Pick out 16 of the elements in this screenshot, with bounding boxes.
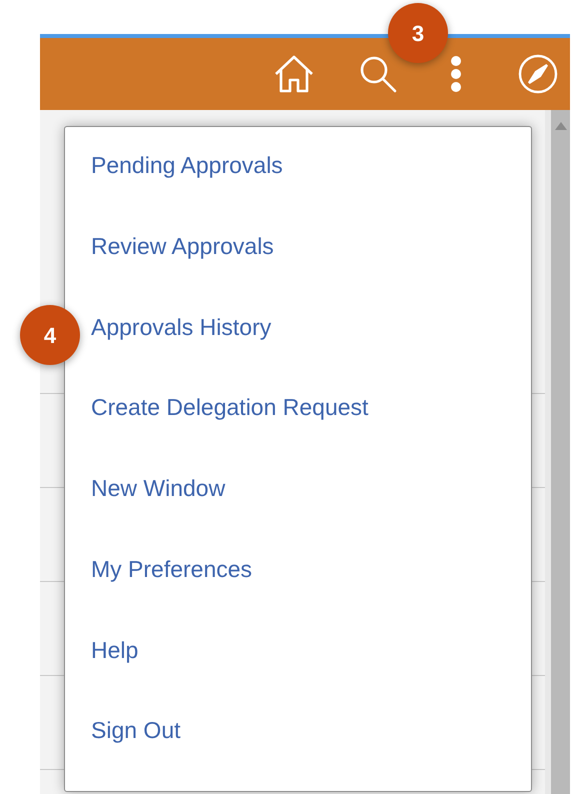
search-icon[interactable] <box>358 54 398 94</box>
menu-item[interactable]: Sign Out <box>91 710 180 750</box>
more-options-icon[interactable] <box>450 56 462 92</box>
menu-item[interactable]: New Window <box>91 468 226 508</box>
menu-item[interactable]: Help <box>91 630 138 670</box>
menu-item[interactable]: Approvals History <box>91 306 272 346</box>
menu-item[interactable]: My Preferences <box>91 548 252 589</box>
step-badge: 3 <box>388 3 448 63</box>
compass-icon[interactable] <box>518 54 558 94</box>
scrollbar[interactable] <box>545 110 570 794</box>
scroll-up-icon[interactable] <box>554 122 566 130</box>
home-icon[interactable] <box>274 55 314 93</box>
menu-item[interactable]: Create Delegation Request <box>91 387 368 428</box>
step-badge: 4 <box>20 305 80 365</box>
menu-item[interactable]: Pending Approvals <box>91 145 283 185</box>
menu-item[interactable]: Review Approvals <box>91 226 274 266</box>
